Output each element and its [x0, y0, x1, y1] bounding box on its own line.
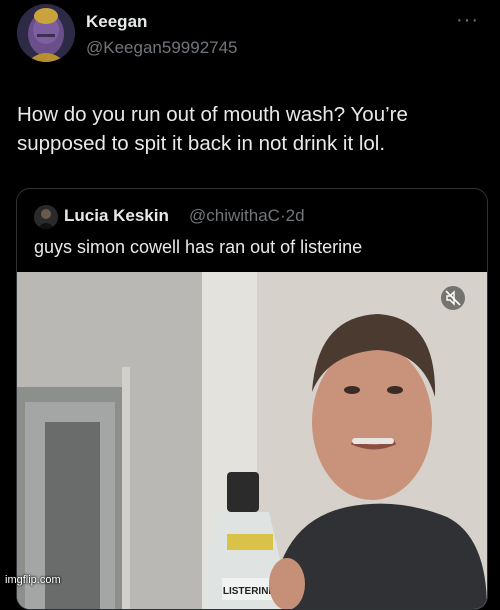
more-icon[interactable]: ···: [456, 10, 479, 30]
quoted-tweet-age: 2d: [285, 206, 305, 225]
quoted-author-handle[interactable]: @chiwithaC: [189, 206, 280, 225]
quoted-tweet[interactable]: Lucia Keskin @chiwithaC·2d guys simon co…: [16, 188, 488, 610]
quoted-author-meta[interactable]: @chiwithaC·2d: [189, 206, 305, 226]
sound-muted-icon[interactable]: [441, 286, 465, 310]
tweet-text: How do you run out of mouth wash? You’re…: [17, 103, 408, 155]
author-name[interactable]: Keegan: [86, 12, 147, 32]
author-avatar[interactable]: [17, 4, 75, 62]
imgflip-watermark: imgflip.com: [5, 574, 61, 586]
bottle-label-text: LISTERINE: [223, 586, 276, 597]
author-handle[interactable]: @Keegan59992745: [86, 38, 238, 58]
quoted-tweet-text: guys simon cowell has ran out of listeri…: [34, 237, 363, 257]
tweet-card: Keegan @Keegan59992745 ··· How do you ru…: [0, 0, 500, 610]
quoted-author-avatar[interactable]: [34, 205, 58, 229]
quoted-media-video[interactable]: LISTERINE: [17, 272, 487, 609]
quoted-author-name[interactable]: Lucia Keskin: [64, 206, 169, 226]
